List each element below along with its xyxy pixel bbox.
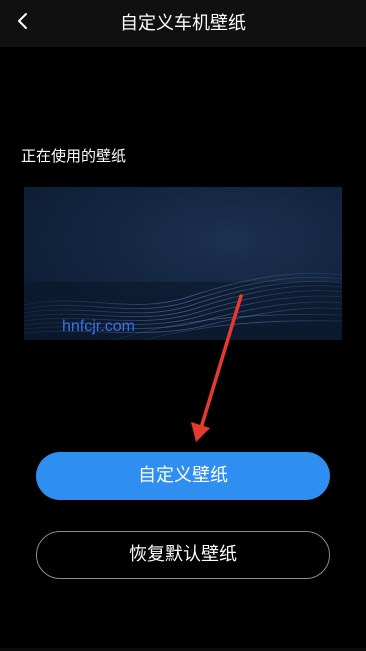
custom-wallpaper-button[interactable]: 自定义壁纸 <box>36 452 330 500</box>
back-button[interactable] <box>8 7 38 39</box>
watermark-text: hnfcjr.com <box>62 318 135 335</box>
title-bar: 自定义车机壁纸 <box>0 0 366 47</box>
page-title: 自定义车机壁纸 <box>120 13 246 34</box>
current-wallpaper-label: 正在使用的壁纸 <box>21 147 127 165</box>
restore-default-wallpaper-button[interactable]: 恢复默认壁纸 <box>36 531 330 579</box>
chevron-left-icon <box>16 11 30 35</box>
